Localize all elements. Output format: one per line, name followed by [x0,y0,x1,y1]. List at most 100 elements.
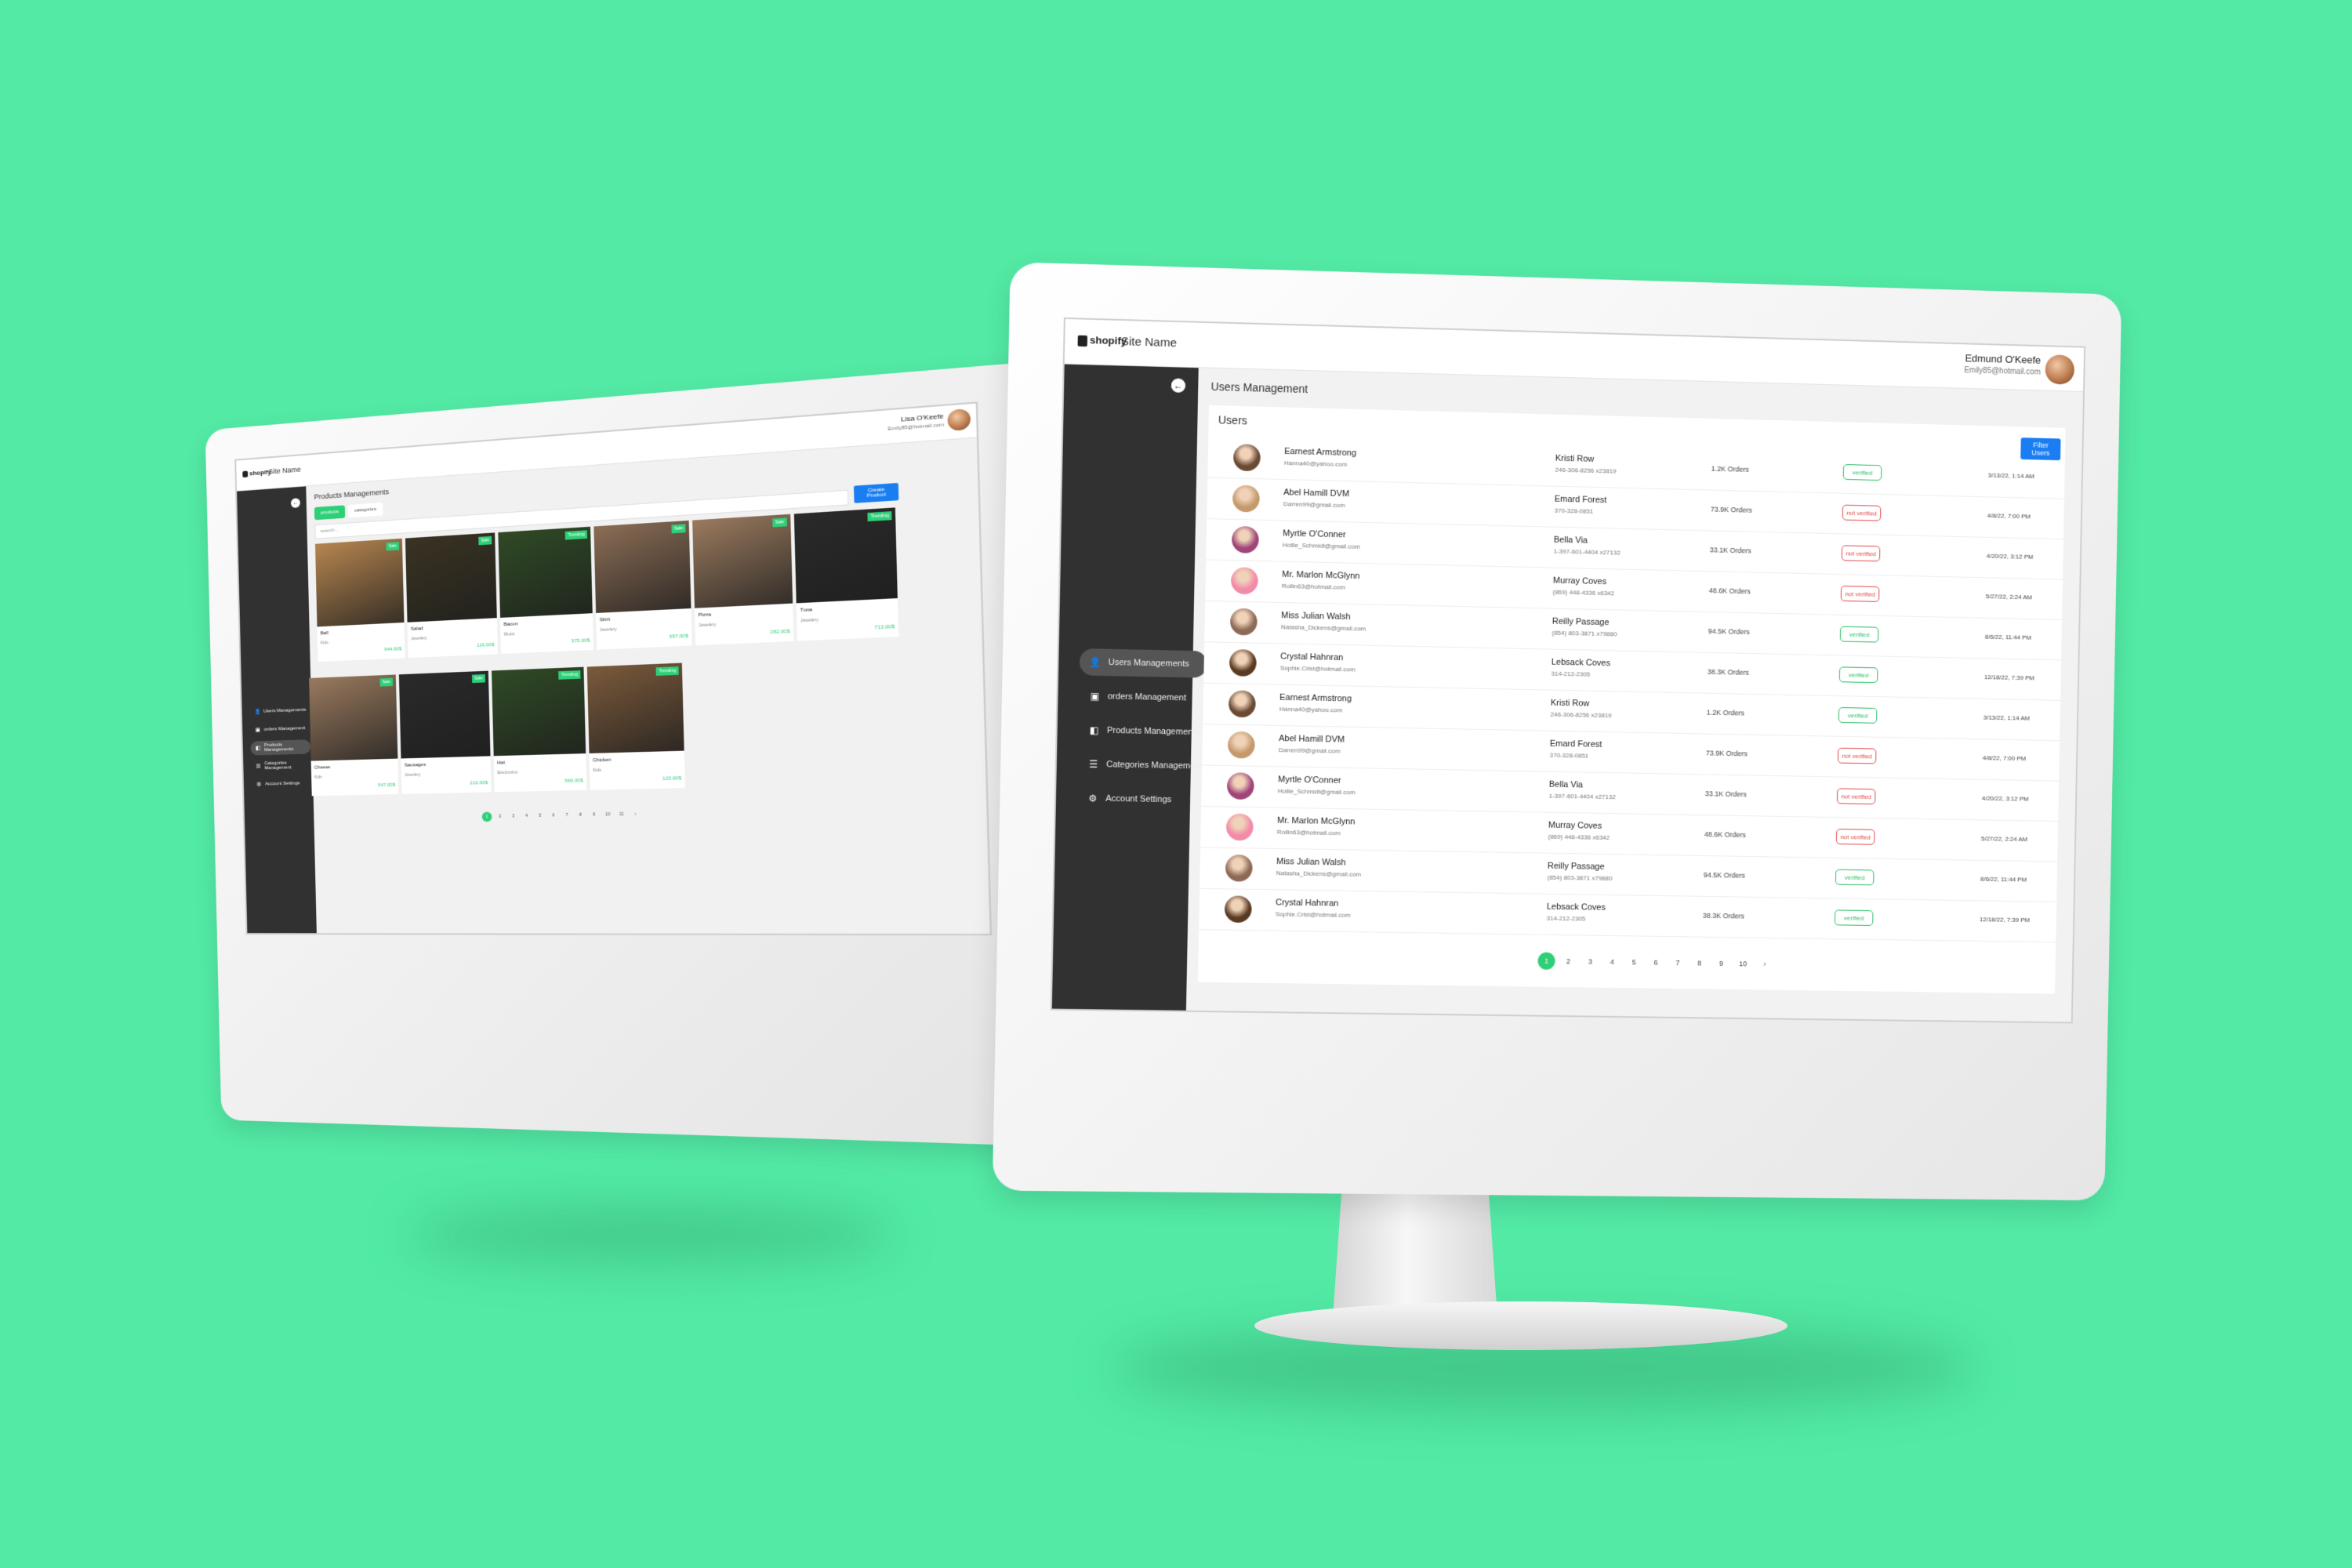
tag-icon: ◧ [1089,724,1099,736]
page-11[interactable]: 11 [616,809,626,819]
monitor-b-base [1254,1301,1788,1350]
page-8[interactable]: 8 [575,810,586,820]
site-name: Site Name [268,465,301,476]
page-6[interactable]: 6 [1647,954,1664,971]
sidebar-item-label: Categories Management [1106,760,1203,771]
product-category: Jewelery [698,622,717,629]
user-orders: 48.6K Orders [1704,830,1746,839]
user-email: Hanna40@yahoo.com [1279,705,1343,714]
sidebar-item-3[interactable]: ☰ Categories Management [1077,750,1205,779]
shopify-logo[interactable]: shopify [1077,334,1127,347]
user-info[interactable]: Edmund O'Keefe Emily85@hotmail.com [1964,352,2041,379]
page-3[interactable]: 3 [1581,953,1599,970]
page-4[interactable]: 4 [1603,953,1621,971]
product-card[interactable]: Sale Cheese Kids 547.00$ [309,674,399,797]
user-info[interactable]: Lisa O'Keefe Emily85@hotmail.com [887,412,944,435]
monitor-a-bezel: shopify Site Name Lisa O'Keefe Emily85@ho… [205,361,1065,1147]
arrow-left-icon[interactable]: ← [290,498,301,509]
user-orders: 94.5K Orders [1703,870,1746,880]
avatar [1227,731,1255,759]
product-price: 375.00$ [571,638,590,644]
create-product-button[interactable]: Create Product [853,482,899,503]
sidebar-item-2[interactable]: ◧ Products Managements [1078,717,1206,746]
user-email: Sophie.Crist@hotmail.com [1279,664,1356,673]
user-name: Abel Hamill DVM [1278,734,1345,745]
product-image [593,520,691,613]
user-email: Hollie_Schmidt@gmail.com [1277,787,1356,797]
page-10[interactable]: 10 [603,810,613,820]
product-price: 282.00$ [770,629,790,636]
user-date: 4/8/22, 7:00 PM [1987,512,2031,521]
product-card[interactable]: Trending Tuna Jewelery 713.00$ [793,507,899,641]
user-address: Kristi Row [1550,698,1590,709]
page-1[interactable]: 1 [481,811,492,822]
product-card[interactable]: Trending Hat Electronics 569.00$ [492,666,587,793]
user-email: Natasha_Dickens@gmail.com [1280,623,1367,633]
product-card[interactable]: Sale Sausages Jewelery 210.00$ [398,670,492,794]
sidebar-item-0[interactable]: 👤 Users Managements [249,702,310,719]
tab-categories[interactable]: categories [347,503,383,518]
product-card[interactable]: Trending Bacon Music 375.00$ [498,526,593,655]
page-9[interactable]: 9 [589,810,599,820]
avatar [1229,649,1257,677]
page-9[interactable]: 9 [1712,955,1730,972]
page-3[interactable]: 3 [508,811,518,822]
product-card[interactable]: Sale Salad Jewelery 119.00$ [405,532,498,659]
sidebar-item-label: Users Managements [1108,657,1189,670]
tab-products[interactable]: products [314,505,346,521]
product-category: Electronics [497,770,518,776]
status-badge: verified [1835,869,1875,886]
chevron-right-icon[interactable]: › [1756,956,1773,973]
sidebar-item-label: Categories Management [263,760,292,771]
product-category: Kids [593,768,602,774]
user-address: Kristi Row [1555,453,1595,464]
page-2[interactable]: 2 [495,811,505,822]
avatar[interactable] [2045,354,2075,385]
sidebar-item-2[interactable]: ◧ Products Managements [250,739,311,756]
shopping-bag-icon [1077,335,1088,347]
product-card[interactable]: Sale Shirt Jewelery 557.00$ [593,520,692,650]
filter-users-button[interactable]: Filter Users [2020,437,2061,461]
sidebar-item-1[interactable]: ▣ orders Management [1079,682,1207,712]
user-name: Miss Julian Walsh [1276,856,1346,868]
shopify-logo[interactable]: shopify [242,468,271,477]
sidebar-item-1[interactable]: ▣ orders Management [250,721,310,738]
product-card[interactable]: Trending Chicken Kids 123.00$ [586,662,685,790]
page-8[interactable]: 8 [1691,954,1708,971]
avatar [1232,485,1260,513]
product-image [314,538,405,627]
page-5[interactable]: 5 [1625,953,1642,971]
sidebar-item-0[interactable]: 👤 Users Managements [1079,648,1208,678]
avatar [1225,813,1254,841]
user-email: Rollin63@hotmail.com [1276,828,1341,837]
sidebar-item-4[interactable]: ⚙ Account Settings [1076,785,1204,814]
product-category: Jewelery [800,617,818,624]
status-badge: not verified [1842,504,1882,521]
user-icon: 👤 [254,709,261,716]
status-badge: not verified [1836,788,1876,805]
sidebar-item-3[interactable]: ☰ Categories Management [251,758,311,774]
product-card[interactable]: Sale Ball Kids 944.00$ [314,538,405,662]
page-5[interactable]: 5 [535,811,545,821]
product-tag: Sale [478,535,492,546]
page-2[interactable]: 2 [1559,953,1577,970]
page-4[interactable]: 4 [521,811,532,822]
product-card[interactable]: Sale Pizza Jewelery 282.00$ [692,514,794,646]
pagination: 1 2 3 4 5 6 7 8 9 10 11 › [481,809,644,822]
list-icon: ☰ [256,764,261,770]
sidebar-item-4[interactable]: ⚙ Account Settings [251,776,311,792]
chevron-right-icon[interactable]: › [630,809,641,819]
page-1[interactable]: 1 [1537,952,1555,970]
page-10[interactable]: 10 [1734,955,1751,972]
arrow-left-icon[interactable]: ← [1171,378,1186,394]
product-price: 713.00$ [874,624,895,631]
page-7[interactable]: 7 [1669,954,1686,971]
page-6[interactable]: 6 [548,811,558,821]
user-name: Miss Julian Walsh [1281,611,1351,622]
page-7[interactable]: 7 [562,811,572,821]
tag-icon: ◧ [255,746,261,752]
avatar[interactable] [947,408,971,431]
product-image [586,662,684,753]
gears-icon: ⚙ [1088,793,1098,804]
product-tag: Sale [772,517,787,528]
